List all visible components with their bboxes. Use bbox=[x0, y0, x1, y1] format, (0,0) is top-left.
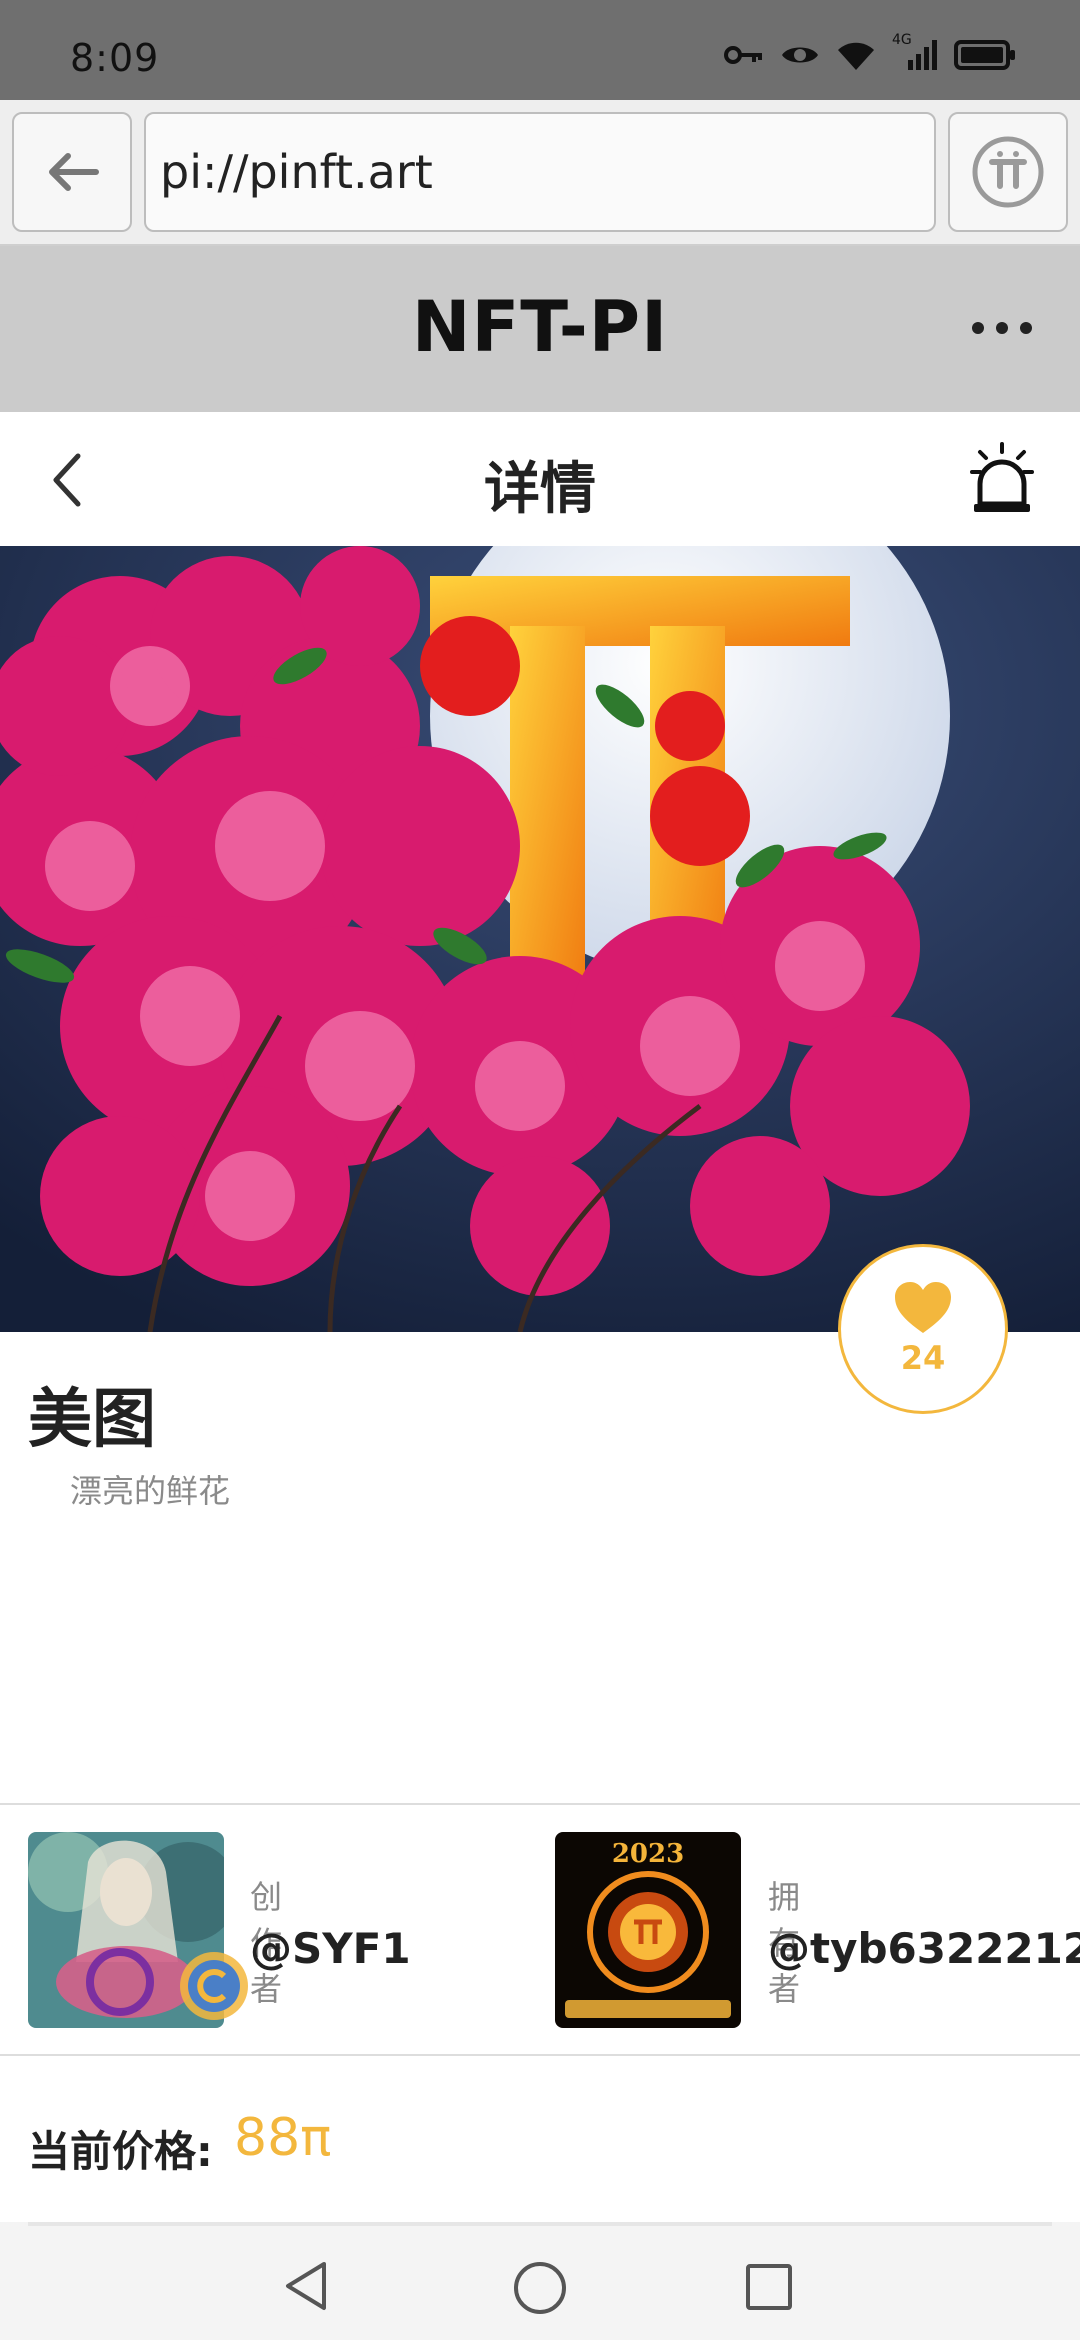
nft-description: 漂亮的鲜花 bbox=[70, 1472, 231, 1510]
url-field[interactable]: pi://pinft.art bbox=[144, 112, 936, 232]
arrow-left-icon bbox=[49, 153, 99, 191]
creator-handle[interactable]: @SYF1 bbox=[250, 1924, 411, 1973]
key-icon bbox=[724, 46, 762, 64]
price-label: 当前价格: bbox=[28, 2127, 213, 2176]
home-circle-icon[interactable] bbox=[512, 2260, 568, 2316]
price-value: 88π bbox=[234, 2108, 332, 2168]
detail-header: 详情 bbox=[0, 412, 1080, 546]
pi-icon bbox=[972, 136, 1044, 208]
browser-toolbar: pi://pinft.art bbox=[0, 100, 1080, 246]
pi-browser-button[interactable] bbox=[948, 112, 1068, 232]
status-time: 8:09 bbox=[70, 36, 160, 80]
network-label: 4G bbox=[892, 32, 912, 48]
signal-icon: 4G bbox=[892, 32, 938, 72]
back-triangle-icon[interactable] bbox=[280, 2258, 332, 2314]
nft-artwork bbox=[0, 546, 1080, 1332]
status-icons: 4G bbox=[724, 32, 1016, 72]
heart-icon bbox=[895, 1282, 951, 1333]
more-icon[interactable] bbox=[972, 308, 1032, 348]
owner-avatar[interactable]: 2023 bbox=[555, 1832, 741, 2028]
content-edge bbox=[28, 2222, 1052, 2226]
battery-icon bbox=[954, 40, 1015, 70]
wifi-icon bbox=[838, 42, 874, 70]
nft-name: 美图 bbox=[28, 1383, 156, 1457]
system-nav-bar bbox=[0, 2222, 1080, 2340]
owner-handle[interactable]: @tyb6322212 bbox=[768, 1924, 1080, 1973]
page-title: 详情 bbox=[484, 457, 596, 522]
copyright-badge-icon bbox=[180, 1952, 248, 2020]
like-button[interactable]: 24 bbox=[838, 1244, 1008, 1414]
divider bbox=[0, 2054, 1080, 2056]
browser-back-button[interactable] bbox=[12, 112, 132, 232]
divider bbox=[0, 1803, 1080, 1805]
status-bar: 8:09 4G bbox=[0, 0, 1080, 100]
like-count: 24 bbox=[900, 1339, 946, 1377]
eye-icon bbox=[782, 47, 818, 63]
nft-image[interactable] bbox=[0, 546, 1080, 1332]
recents-square-icon[interactable] bbox=[744, 2262, 794, 2312]
alarm-icon[interactable] bbox=[966, 438, 1038, 518]
app-title: NFT-PI bbox=[411, 286, 669, 368]
svg-text:2023: 2023 bbox=[612, 1839, 684, 1869]
app-header: NFT-PI bbox=[0, 246, 1080, 412]
